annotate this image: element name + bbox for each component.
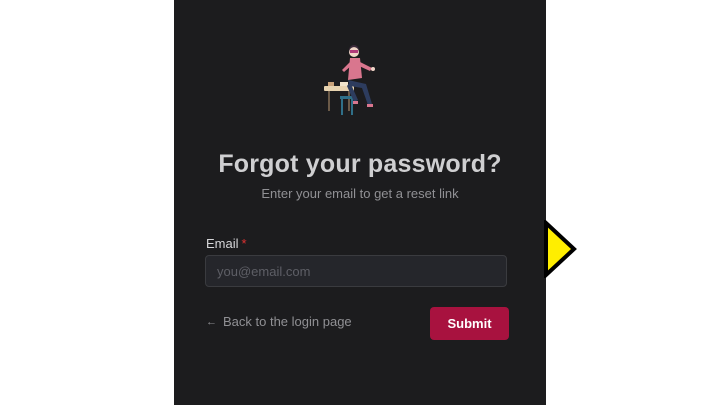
required-marker: *: [241, 236, 247, 251]
forgot-password-panel: Forgot your password? Enter your email t…: [174, 0, 546, 405]
yellow-arrow-pointer-icon: [544, 220, 577, 278]
arrow-left-icon: ←: [206, 315, 217, 328]
woman-sitting-illustration: [324, 45, 375, 115]
email-input[interactable]: [205, 255, 507, 287]
back-to-login-link[interactable]: ← Back to the login page: [206, 314, 352, 329]
back-to-login-label: Back to the login page: [223, 314, 352, 329]
page-title: Forgot your password?: [218, 150, 502, 178]
email-label: Email *: [206, 236, 247, 251]
page-subtitle: Enter your email to get a reset link: [261, 186, 459, 201]
email-label-text: Email: [206, 236, 239, 251]
submit-button[interactable]: Submit: [430, 307, 509, 340]
